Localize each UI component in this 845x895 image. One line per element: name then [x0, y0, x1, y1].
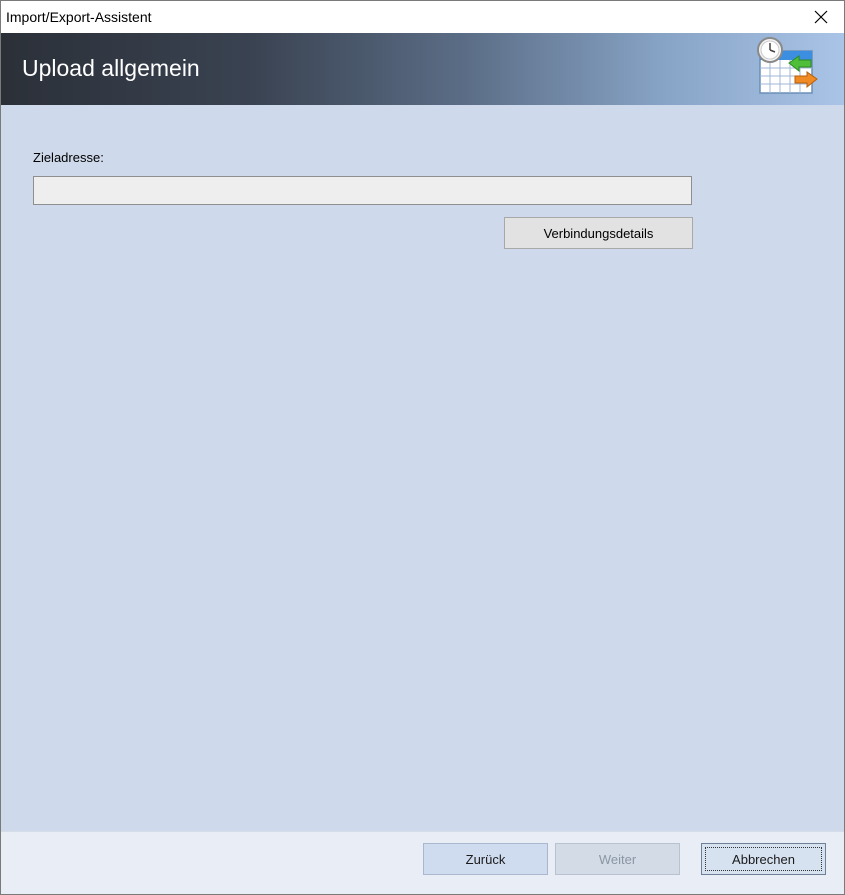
next-button: Weiter — [555, 843, 680, 875]
focus-rectangle — [705, 847, 822, 871]
dialog-window: Import/Export-Assistent Upload allgemein — [0, 0, 845, 895]
header-banner: Upload allgemein — [1, 33, 844, 105]
connection-details-button[interactable]: Verbindungsdetails — [504, 217, 693, 249]
title-bar: Import/Export-Assistent — [1, 1, 844, 33]
cancel-button[interactable]: Abbrechen — [701, 843, 826, 875]
back-button[interactable]: Zurück — [423, 843, 548, 875]
calendar-clock-transfer-icon — [757, 37, 818, 94]
content-area: Zieladresse: Verbindungsdetails — [1, 105, 844, 831]
close-icon — [814, 10, 828, 24]
button-bar: Zurück Weiter Abbrechen — [1, 831, 844, 894]
close-button[interactable] — [798, 1, 844, 33]
page-title: Upload allgemein — [22, 55, 200, 81]
target-address-label: Zieladresse: — [33, 150, 104, 165]
target-address-input[interactable] — [33, 176, 692, 205]
window-title: Import/Export-Assistent — [6, 9, 152, 25]
